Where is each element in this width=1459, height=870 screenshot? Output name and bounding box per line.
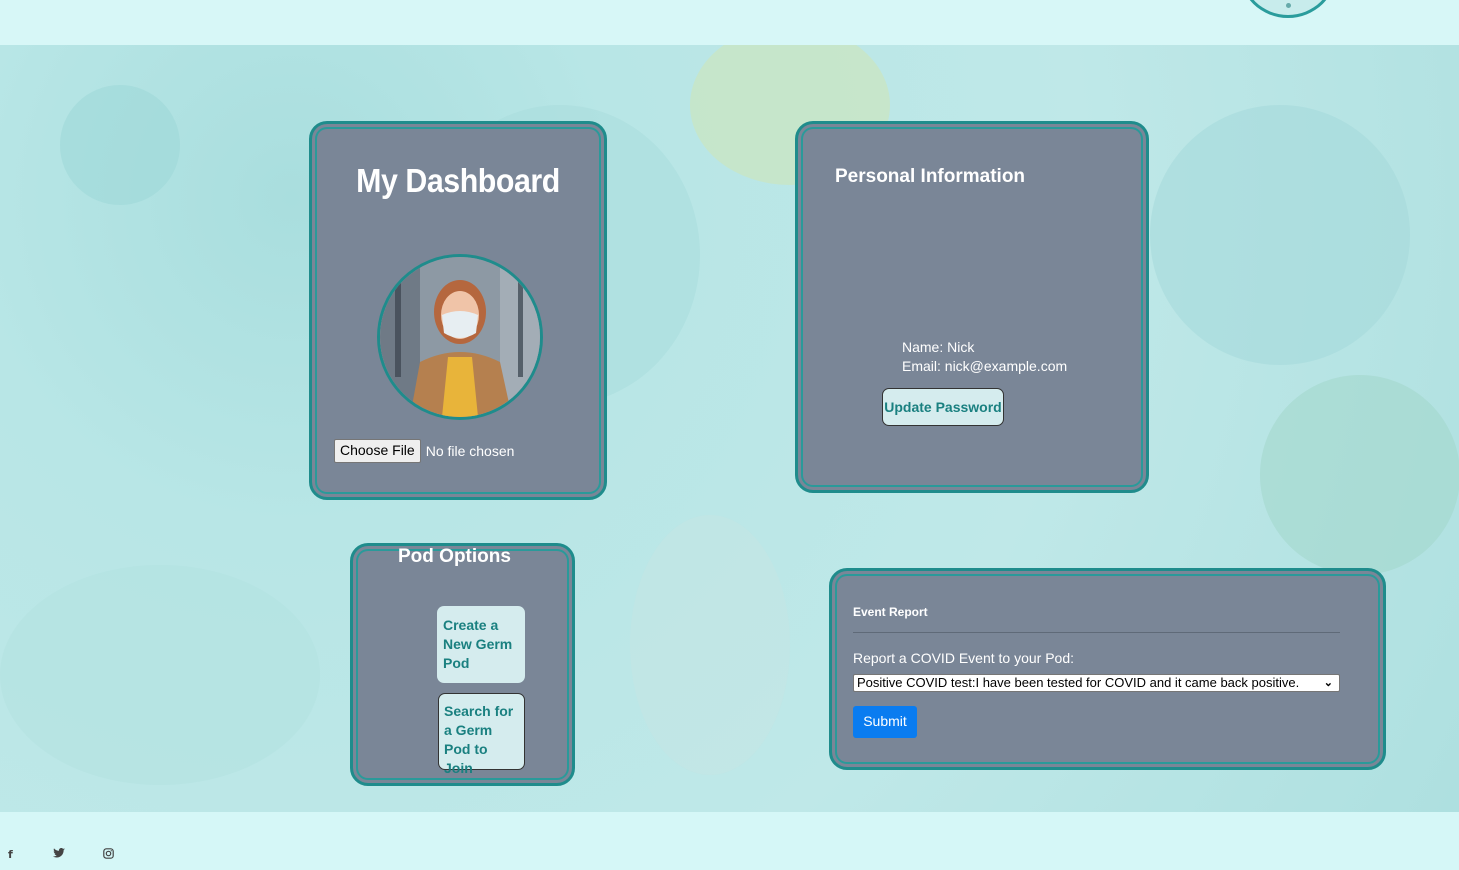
pod-options-title: Pod Options	[398, 546, 511, 567]
chevron-down-icon: ⌄	[1323, 677, 1333, 689]
page-title: My Dashboard	[356, 162, 560, 199]
pod-options-card: Pod Options Create a New Germ Pod Search…	[350, 543, 575, 786]
email-text: Email: nick@example.com	[902, 358, 1068, 374]
twitter-icon[interactable]	[53, 848, 65, 861]
divider	[853, 632, 1340, 633]
logo-dot	[1286, 3, 1291, 8]
report-label: Report a COVID Event to your Pod:	[853, 650, 1074, 666]
instagram-icon[interactable]	[103, 848, 114, 862]
create-pod-button[interactable]: Create a New Germ Pod	[437, 606, 525, 683]
choose-file-button[interactable]: Choose File	[334, 439, 421, 463]
name-text: Name: Nick	[902, 339, 975, 355]
event-report-card: Event Report Report a COVID Event to you…	[829, 568, 1386, 770]
avatar	[377, 254, 543, 420]
footer	[0, 812, 1459, 870]
search-pod-button[interactable]: Search for a Germ Pod to Join	[438, 693, 525, 776]
event-type-select[interactable]: Positive COVID test:I have been tested f…	[853, 674, 1340, 692]
update-password-button[interactable]: Update Password	[882, 388, 1004, 426]
top-navbar	[0, 0, 1459, 45]
file-status: No file chosen	[425, 443, 515, 459]
select-value: Positive COVID test:I have been tested f…	[857, 675, 1300, 690]
file-upload: Choose File No file chosen	[334, 439, 514, 463]
facebook-icon[interactable]: f	[8, 848, 13, 861]
event-report-title: Event Report	[853, 605, 928, 619]
dashboard-card: My Dashboard Choose File No file chosen	[309, 121, 607, 500]
personal-info-card: Personal Information Name: Nick Email: n…	[795, 121, 1149, 493]
personal-info-title: Personal Information	[835, 166, 1026, 187]
submit-button[interactable]: Submit	[853, 706, 917, 738]
